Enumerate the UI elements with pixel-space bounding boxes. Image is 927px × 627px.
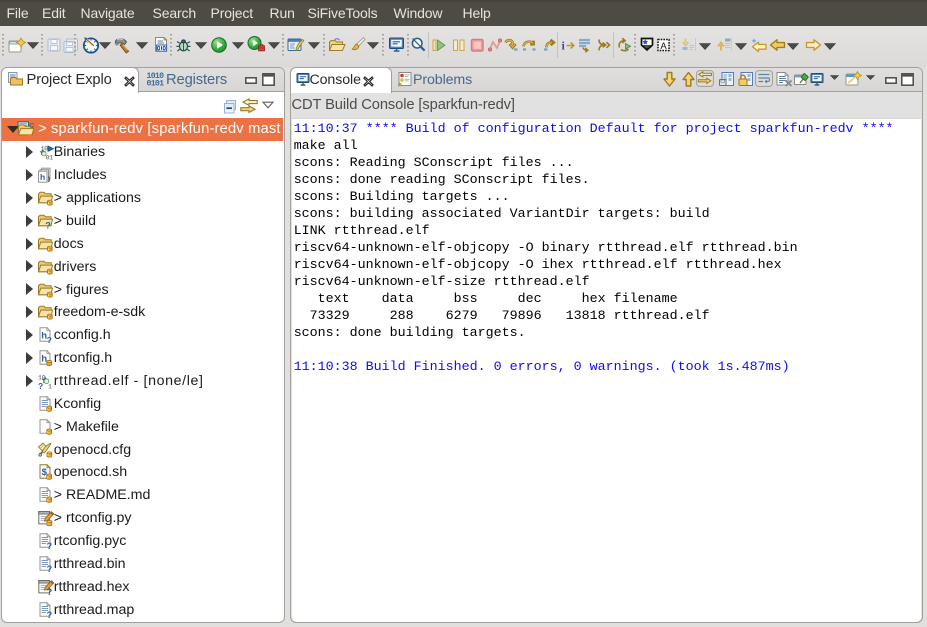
svg-text:?: ? (47, 541, 53, 550)
svg-text:?: ? (47, 587, 53, 595)
svg-text:?: ? (38, 381, 43, 389)
svg-text:?: ? (47, 335, 52, 343)
svg-text:1: 1 (48, 383, 52, 389)
svg-text:h: h (40, 172, 45, 182)
svg-text:?: ? (47, 610, 53, 619)
svg-text:i: i (562, 39, 566, 53)
svg-text:01: 01 (46, 155, 54, 161)
svg-text:C: C (29, 121, 35, 130)
svg-text:A: A (660, 41, 667, 52)
svg-text:?: ? (45, 221, 51, 230)
svg-text:0101: 0101 (147, 80, 165, 88)
svg-text:?: ? (47, 564, 53, 573)
svg-text:h: h (41, 354, 47, 365)
